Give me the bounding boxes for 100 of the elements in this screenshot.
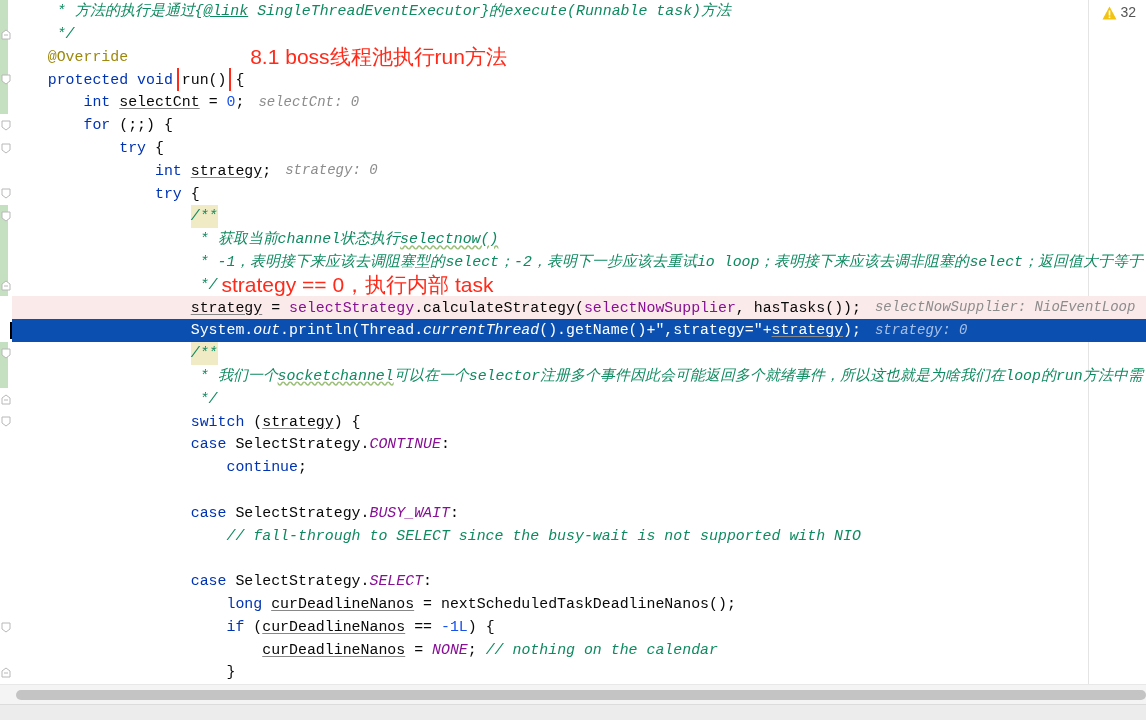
code-text: SelectStrategy. (235, 503, 370, 523)
warning-icon (1102, 5, 1118, 20)
fold-icon[interactable] (1, 621, 11, 633)
code-comment: * 我们一个 (199, 366, 278, 386)
fold-icon[interactable] (1, 188, 11, 200)
code-keyword: for (83, 116, 111, 136)
code-comment: socketchannel (277, 366, 394, 386)
code-text: { (155, 139, 164, 158)
code-comment: 可以在一个selector注册多个事件因此会可能返回多个就绪事件，所以这也就是为啥我们在loop的run方法中需 (393, 366, 1143, 386)
code-keyword: try (155, 184, 182, 204)
code-number: -1L (440, 617, 468, 637)
inline-value-hint: strategy: 0 (285, 161, 378, 181)
code-text: ; (262, 161, 272, 181)
code-keyword: long (226, 594, 264, 614)
code-comment: * 获取当前channel状态执行 (199, 229, 401, 250)
text-cursor (10, 322, 12, 340)
fold-icon[interactable] (1, 120, 11, 131)
code-text: ; (297, 458, 307, 478)
code-text: currentThread (423, 321, 540, 341)
code-text: ); (843, 321, 861, 341)
code-comment: /** (190, 342, 218, 365)
code-text: { (190, 184, 200, 204)
code-keyword: switch (190, 412, 245, 432)
annotation-note: 8.1 boss线程池执行run方法 (250, 45, 507, 69)
code-keyword: case (190, 572, 227, 592)
code-text: ().getName()+ (539, 321, 656, 341)
code-keyword: case (190, 435, 227, 455)
code-constant: NONE (432, 640, 468, 660)
fold-icon[interactable] (1, 667, 11, 679)
fold-icon[interactable] (1, 393, 11, 405)
code-keyword: if (226, 617, 245, 637)
highlighted-code: run() (176, 68, 232, 92)
code-variable: curDeadlineNanos (271, 594, 415, 614)
inline-value-hint: strategy: 0 (874, 321, 968, 341)
code-number: 0 (226, 93, 236, 113)
code-text: = (208, 93, 219, 113)
code-variable: strategy (771, 321, 844, 341)
code-text: } (226, 663, 236, 683)
code-constant: SELECT (369, 572, 424, 592)
code-text: { (235, 70, 245, 90)
code-text: ; (467, 640, 478, 660)
code-text: (;;) { (119, 116, 173, 136)
fold-icon[interactable] (1, 347, 11, 359)
code-text: ( (253, 412, 263, 432)
code-comment: // nothing on the calendar (485, 640, 718, 660)
code-comment: */ (199, 389, 218, 409)
fold-icon[interactable] (1, 279, 11, 291)
inline-value-hint: selectNowSupplier: NioEventLoop (874, 298, 1136, 318)
code-keyword: int (155, 161, 183, 181)
code-text: = (414, 640, 425, 660)
scrollbar-thumb[interactable] (16, 689, 1146, 700)
code-constant: CONTINUE (369, 435, 441, 455)
doc-tag: @link (203, 0, 249, 23)
code-text: .println(Thread. (280, 321, 424, 341)
code-keyword: try (119, 139, 147, 158)
code-keyword: protected void (47, 70, 174, 90)
code-field: selectStrategy (289, 296, 415, 319)
code-text: System. (190, 321, 254, 341)
horizontal-scrollbar[interactable] (0, 684, 1146, 704)
fold-icon[interactable] (1, 142, 11, 154)
fold-icon[interactable] (1, 416, 11, 428)
code-field: selectNowSupplier (583, 296, 736, 319)
code-constant: BUSY_WAIT (369, 503, 450, 523)
code-variable: strategy (190, 298, 263, 318)
code-comment: SingleThreadEventExecutor}的execute(Runnable task)方法 (257, 1, 732, 22)
code-text: = nextScheduledTaskDeadlineNanos(); (423, 594, 736, 614)
code-text: ) { (333, 412, 361, 432)
warning-count: 32 (1120, 3, 1136, 22)
code-text: ) { (467, 617, 495, 637)
fold-icon[interactable] (1, 74, 11, 86)
code-text: SelectStrategy. (235, 435, 370, 455)
code-annotation: @Override (47, 47, 129, 67)
code-keyword: continue (226, 458, 298, 478)
code-comment: /** (190, 205, 218, 228)
code-comment: * -1，表明接下来应该去调阻塞型的select；-2，表明下一步应该去重试io loop；表明接下来应该去调非阻塞的select；返回值大于等于 (199, 252, 1144, 272)
code-variable: strategy (190, 161, 263, 181)
code-text: ( (253, 617, 263, 637)
code-text: : (440, 435, 450, 455)
code-text: ; (235, 93, 245, 113)
code-comment: // fall-through to SELECT since the busy-wait is not supported with NIO (226, 526, 861, 546)
code-variable: selectCnt (119, 93, 200, 113)
code-text: : (423, 572, 432, 592)
code-text: , hasTasks()); (735, 298, 861, 318)
code-keyword: case (190, 503, 227, 523)
code-text: out (253, 321, 281, 341)
annotation-note: strategy == 0，执行内部 task (221, 273, 494, 297)
code-comment: */ (199, 275, 218, 295)
code-comment: * 方法的执行是通过{ (56, 1, 204, 22)
code-text: = (271, 298, 282, 318)
code-keyword: int (83, 93, 112, 113)
code-variable: curDeadlineNanos (262, 640, 406, 660)
code-variable: curDeadlineNanos (262, 617, 406, 637)
fold-icon[interactable] (1, 28, 11, 40)
fold-icon[interactable] (1, 211, 11, 223)
code-comment: */ (56, 25, 75, 44)
inline-value-hint: selectCnt: 0 (258, 93, 360, 113)
code-text: == (414, 617, 433, 637)
code-text: + (762, 321, 772, 341)
code-text: .calculateStrategy( (414, 298, 584, 318)
code-variable: strategy (262, 412, 334, 432)
